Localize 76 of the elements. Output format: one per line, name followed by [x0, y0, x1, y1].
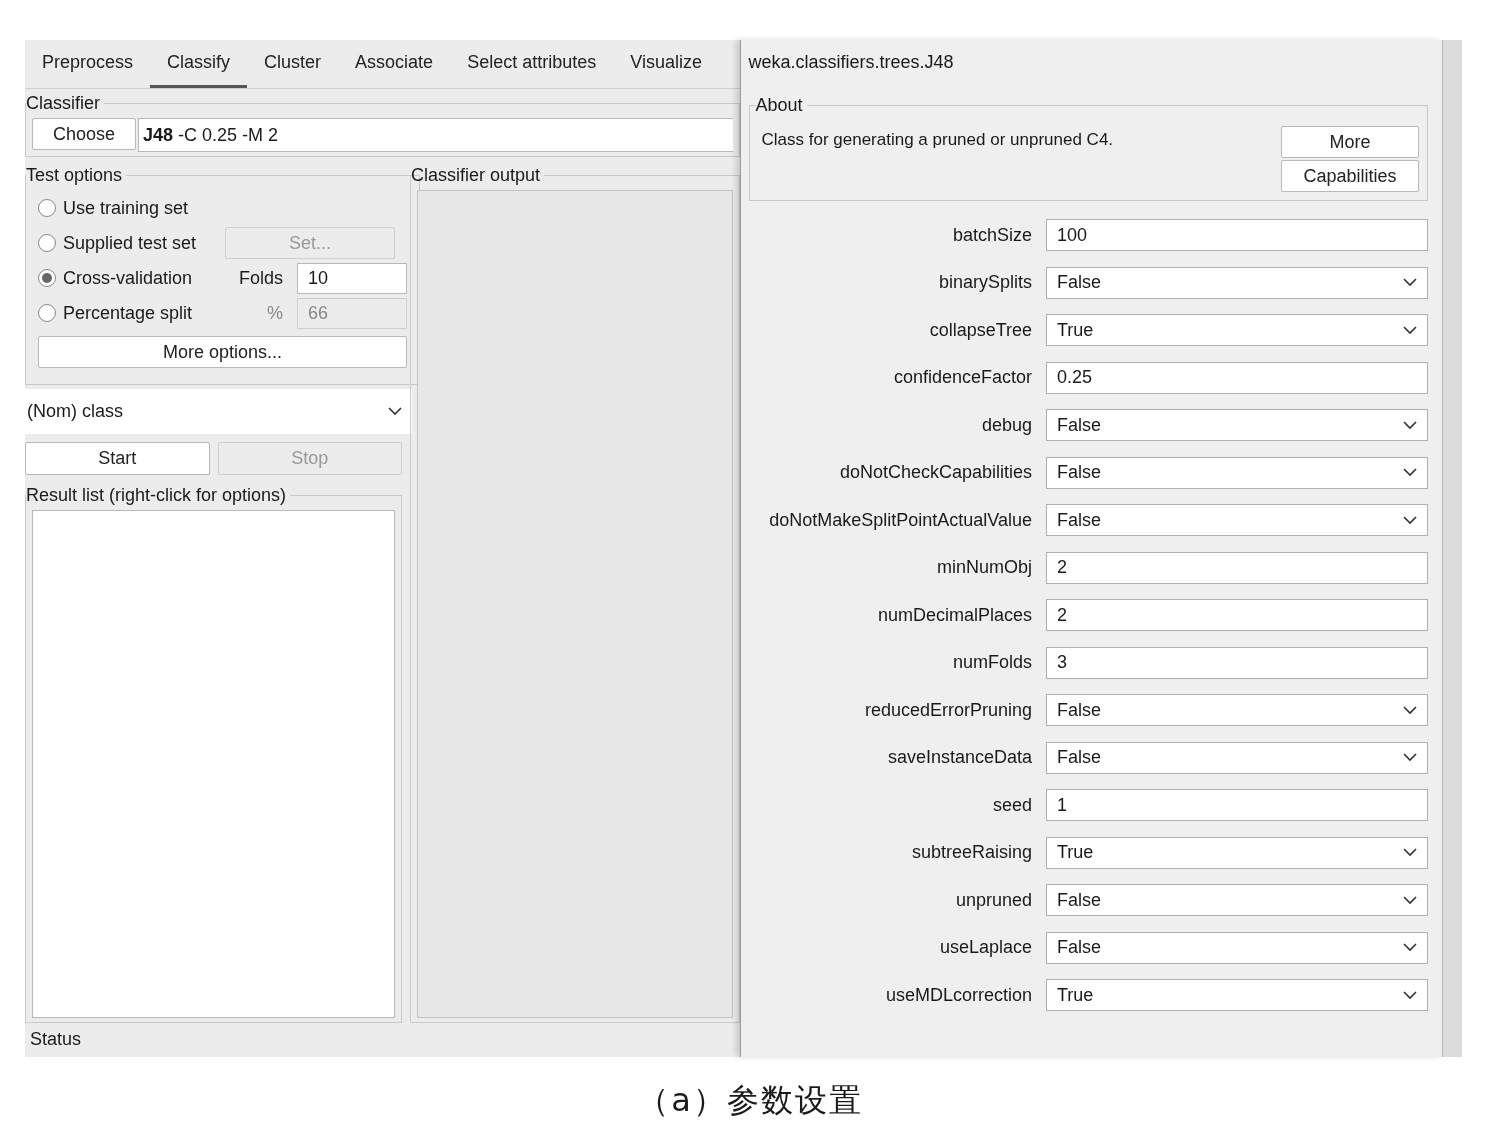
field-label: Folds [238, 267, 284, 289]
parameter-label: seed [991, 794, 1033, 816]
run-button[interactable]: Start [25, 442, 210, 475]
parameter-label: saveInstanceData [886, 747, 1033, 768]
input-field[interactable]: 2 [1046, 551, 1428, 584]
input-field[interactable]: 1 [1046, 789, 1428, 821]
parameter-label: doNotMakeSplitPointActualValue [768, 509, 1033, 531]
tab[interactable]: Select attributes [450, 40, 614, 88]
parameter-label: debug [980, 414, 1033, 436]
chevron-down-icon [1403, 895, 1417, 905]
dropdown[interactable]: False [1046, 409, 1428, 441]
field-label: % [266, 302, 284, 324]
chevron-down-icon [1403, 278, 1417, 287]
radio-button[interactable] [38, 269, 56, 287]
radio-button[interactable] [38, 199, 56, 217]
chevron-down-icon [1403, 943, 1417, 952]
dropdown[interactable]: True [1046, 314, 1428, 346]
tab[interactable]: Cluster [247, 40, 339, 88]
dropdown[interactable]: False [1046, 931, 1428, 964]
chevron-down-icon [1403, 515, 1417, 525]
chevron-down-icon [1403, 325, 1417, 335]
dropdown[interactable]: False [1046, 884, 1428, 916]
input-field[interactable]: 3 [1046, 646, 1428, 679]
chevron-down-icon [1403, 705, 1417, 715]
chevron-down-icon [1403, 753, 1417, 762]
about-text: Class for generating a pruned or unpruned C4. [761, 130, 1114, 151]
parameter-label: useMDLcorrection [884, 984, 1033, 1006]
section-label: Test options [26, 165, 124, 186]
parameter-label: numDecimalPlaces [876, 604, 1033, 626]
parameter-label: subtreeRaising [910, 842, 1033, 863]
section-label: Result list (right-click for options) [26, 485, 288, 506]
dropdown[interactable]: False [1046, 456, 1428, 489]
chevron-down-icon [1403, 468, 1417, 477]
input-field[interactable]: 10 [297, 262, 407, 294]
dropdown[interactable]: False [1046, 504, 1428, 536]
option-label: Cross-validation [63, 267, 194, 289]
dropdown[interactable]: False [1046, 741, 1428, 774]
input-field[interactable]: 2 [1046, 599, 1428, 631]
parameter-label: unpruned [954, 889, 1033, 911]
chevron-down-icon [1403, 848, 1417, 857]
parameter-label: binarySplits [937, 272, 1033, 293]
parameter-label: batchSize [951, 224, 1033, 246]
chevron-down-icon [388, 407, 402, 416]
about-button[interactable]: Capabilities [1281, 160, 1419, 192]
parameter-label: numFolds [952, 652, 1033, 673]
parameter-label: reducedErrorPruning [863, 699, 1033, 721]
option-label: Percentage split [63, 302, 194, 324]
about-button[interactable]: More [1281, 126, 1419, 158]
tab[interactable]: Associate [338, 40, 451, 88]
status-label: Status [30, 1029, 82, 1049]
figure-caption: （a）参数设置 [637, 1081, 863, 1119]
dropdown[interactable]: False [1046, 266, 1428, 299]
chevron-down-icon [1403, 420, 1417, 430]
parameter-label: doNotCheckCapabilities [838, 462, 1033, 483]
choose-button[interactable]: Choose [32, 118, 136, 150]
classifier-field[interactable]: J48 -C 0.25 -M 2 [138, 118, 733, 152]
dropdown[interactable]: True [1046, 836, 1428, 869]
parameter-label: confidenceFactor [892, 367, 1033, 388]
dialog-title: weka.classifiers.trees.J48 [748, 52, 954, 72]
tab[interactable]: Visualize [613, 40, 719, 88]
tab[interactable]: Classify [150, 40, 248, 88]
dropdown[interactable]: False [1046, 694, 1428, 726]
section-label: About [755, 95, 804, 116]
option-label: Supplied test set [63, 232, 198, 254]
chevron-down-icon [1403, 990, 1417, 1000]
parameter-label: minNumObj [936, 557, 1033, 578]
tab[interactable]: Preprocess [25, 40, 151, 88]
parameter-label: useLaplace [938, 937, 1033, 958]
more-options-button[interactable]: More options... [38, 336, 407, 368]
section-label: Classifier output [411, 165, 542, 186]
section-label: Classifier [26, 93, 101, 114]
dropdown[interactable]: True [1046, 979, 1428, 1011]
parameter-label: collapseTree [928, 319, 1033, 341]
input-field[interactable]: 0.25 [1046, 361, 1428, 394]
input-field[interactable]: 100 [1046, 219, 1428, 251]
option-label: Use training set [63, 197, 190, 219]
